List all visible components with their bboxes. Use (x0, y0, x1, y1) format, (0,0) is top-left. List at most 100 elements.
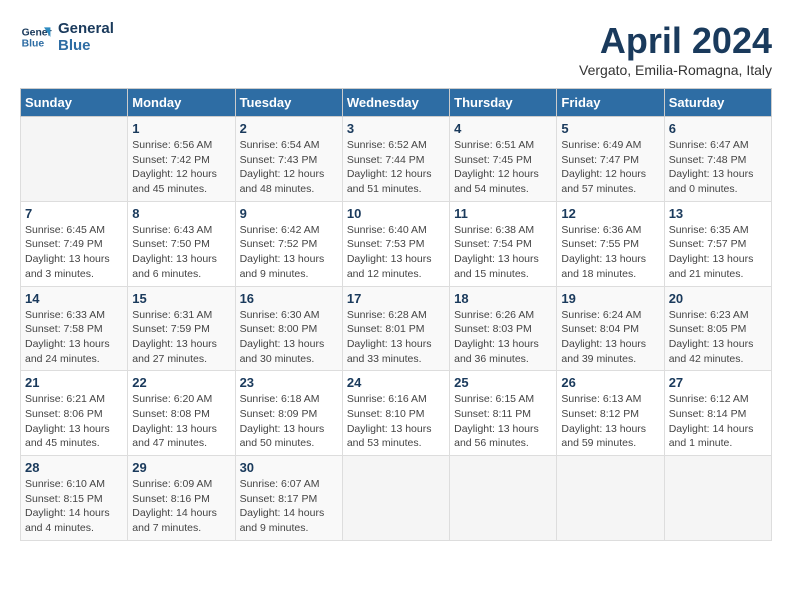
day-number: 6 (669, 121, 767, 136)
day-number: 18 (454, 291, 552, 306)
calendar-table: SundayMondayTuesdayWednesdayThursdayFrid… (20, 88, 772, 541)
logo-line1: General (58, 20, 114, 37)
day-info: Sunrise: 6:26 AM Sunset: 8:03 PM Dayligh… (454, 308, 552, 367)
day-info: Sunrise: 6:42 AM Sunset: 7:52 PM Dayligh… (240, 223, 338, 282)
day-number: 21 (25, 375, 123, 390)
weekday-header-saturday: Saturday (664, 89, 771, 117)
logo: General Blue General Blue (20, 20, 114, 54)
day-number: 27 (669, 375, 767, 390)
calendar-cell: 13 Sunrise: 6:35 AM Sunset: 7:57 PM Dayli… (664, 201, 771, 286)
calendar-cell (450, 456, 557, 541)
day-number: 10 (347, 206, 445, 221)
weekday-header-friday: Friday (557, 89, 664, 117)
day-number: 28 (25, 460, 123, 475)
calendar-cell: 22 Sunrise: 6:20 AM Sunset: 8:08 PM Dayli… (128, 371, 235, 456)
day-number: 17 (347, 291, 445, 306)
day-info: Sunrise: 6:33 AM Sunset: 7:58 PM Dayligh… (25, 308, 123, 367)
day-info: Sunrise: 6:49 AM Sunset: 7:47 PM Dayligh… (561, 138, 659, 197)
calendar-cell: 10 Sunrise: 6:40 AM Sunset: 7:53 PM Dayli… (342, 201, 449, 286)
month-title: April 2024 (579, 20, 772, 62)
calendar-cell (21, 117, 128, 202)
logo-icon: General Blue (20, 21, 52, 53)
week-row-4: 21 Sunrise: 6:21 AM Sunset: 8:06 PM Dayli… (21, 371, 772, 456)
day-number: 22 (132, 375, 230, 390)
calendar-cell (342, 456, 449, 541)
day-number: 2 (240, 121, 338, 136)
calendar-cell: 30 Sunrise: 6:07 AM Sunset: 8:17 PM Dayli… (235, 456, 342, 541)
logo-line2: Blue (58, 37, 114, 54)
day-info: Sunrise: 6:23 AM Sunset: 8:05 PM Dayligh… (669, 308, 767, 367)
day-number: 20 (669, 291, 767, 306)
day-info: Sunrise: 6:10 AM Sunset: 8:15 PM Dayligh… (25, 477, 123, 536)
calendar-cell: 11 Sunrise: 6:38 AM Sunset: 7:54 PM Dayli… (450, 201, 557, 286)
day-info: Sunrise: 6:07 AM Sunset: 8:17 PM Dayligh… (240, 477, 338, 536)
day-info: Sunrise: 6:15 AM Sunset: 8:11 PM Dayligh… (454, 392, 552, 451)
day-info: Sunrise: 6:35 AM Sunset: 7:57 PM Dayligh… (669, 223, 767, 282)
day-number: 12 (561, 206, 659, 221)
day-number: 9 (240, 206, 338, 221)
day-info: Sunrise: 6:12 AM Sunset: 8:14 PM Dayligh… (669, 392, 767, 451)
week-row-5: 28 Sunrise: 6:10 AM Sunset: 8:15 PM Dayli… (21, 456, 772, 541)
day-number: 15 (132, 291, 230, 306)
calendar-cell: 20 Sunrise: 6:23 AM Sunset: 8:05 PM Dayli… (664, 286, 771, 371)
day-number: 13 (669, 206, 767, 221)
title-block: April 2024 Vergato, Emilia-Romagna, Ital… (579, 20, 772, 78)
day-number: 7 (25, 206, 123, 221)
page-header: General Blue General Blue April 2024 Ver… (20, 20, 772, 78)
day-number: 3 (347, 121, 445, 136)
day-info: Sunrise: 6:24 AM Sunset: 8:04 PM Dayligh… (561, 308, 659, 367)
calendar-cell: 16 Sunrise: 6:30 AM Sunset: 8:00 PM Dayli… (235, 286, 342, 371)
calendar-cell: 26Sunrise: 6:13 AM Sunset: 8:12 PM Dayli… (557, 371, 664, 456)
week-row-1: 1 Sunrise: 6:56 AM Sunset: 7:42 PM Daylig… (21, 117, 772, 202)
day-info: Sunrise: 6:21 AM Sunset: 8:06 PM Dayligh… (25, 392, 123, 451)
calendar-cell: 24 Sunrise: 6:16 AM Sunset: 8:10 PM Dayli… (342, 371, 449, 456)
weekday-header-thursday: Thursday (450, 89, 557, 117)
day-number: 8 (132, 206, 230, 221)
day-info: Sunrise: 6:56 AM Sunset: 7:42 PM Dayligh… (132, 138, 230, 197)
weekday-header-sunday: Sunday (21, 89, 128, 117)
calendar-cell: 15Sunrise: 6:31 AM Sunset: 7:59 PM Dayli… (128, 286, 235, 371)
week-row-2: 7Sunrise: 6:45 AM Sunset: 7:49 PM Daylig… (21, 201, 772, 286)
weekday-header-row: SundayMondayTuesdayWednesdayThursdayFrid… (21, 89, 772, 117)
calendar-cell: 27 Sunrise: 6:12 AM Sunset: 8:14 PM Dayli… (664, 371, 771, 456)
day-info: Sunrise: 6:43 AM Sunset: 7:50 PM Dayligh… (132, 223, 230, 282)
day-number: 23 (240, 375, 338, 390)
day-number: 11 (454, 206, 552, 221)
day-number: 1 (132, 121, 230, 136)
calendar-cell: 28 Sunrise: 6:10 AM Sunset: 8:15 PM Dayli… (21, 456, 128, 541)
day-number: 4 (454, 121, 552, 136)
day-info: Sunrise: 6:16 AM Sunset: 8:10 PM Dayligh… (347, 392, 445, 451)
weekday-header-monday: Monday (128, 89, 235, 117)
calendar-cell (664, 456, 771, 541)
calendar-cell: 9 Sunrise: 6:42 AM Sunset: 7:52 PM Daylig… (235, 201, 342, 286)
day-number: 24 (347, 375, 445, 390)
calendar-cell: 12 Sunrise: 6:36 AM Sunset: 7:55 PM Dayli… (557, 201, 664, 286)
calendar-cell: 2Sunrise: 6:54 AM Sunset: 7:43 PM Daylig… (235, 117, 342, 202)
day-number: 29 (132, 460, 230, 475)
day-info: Sunrise: 6:38 AM Sunset: 7:54 PM Dayligh… (454, 223, 552, 282)
day-number: 5 (561, 121, 659, 136)
day-info: Sunrise: 6:30 AM Sunset: 8:00 PM Dayligh… (240, 308, 338, 367)
day-info: Sunrise: 6:13 AM Sunset: 8:12 PM Dayligh… (561, 392, 659, 451)
location-subtitle: Vergato, Emilia-Romagna, Italy (579, 62, 772, 78)
calendar-cell: 6Sunrise: 6:47 AM Sunset: 7:48 PM Daylig… (664, 117, 771, 202)
calendar-cell (557, 456, 664, 541)
day-info: Sunrise: 6:40 AM Sunset: 7:53 PM Dayligh… (347, 223, 445, 282)
day-info: Sunrise: 6:09 AM Sunset: 8:16 PM Dayligh… (132, 477, 230, 536)
calendar-cell: 3Sunrise: 6:52 AM Sunset: 7:44 PM Daylig… (342, 117, 449, 202)
day-number: 14 (25, 291, 123, 306)
day-info: Sunrise: 6:20 AM Sunset: 8:08 PM Dayligh… (132, 392, 230, 451)
day-number: 30 (240, 460, 338, 475)
calendar-cell: 17 Sunrise: 6:28 AM Sunset: 8:01 PM Dayli… (342, 286, 449, 371)
day-info: Sunrise: 6:36 AM Sunset: 7:55 PM Dayligh… (561, 223, 659, 282)
calendar-cell: 21 Sunrise: 6:21 AM Sunset: 8:06 PM Dayli… (21, 371, 128, 456)
calendar-cell: 7Sunrise: 6:45 AM Sunset: 7:49 PM Daylig… (21, 201, 128, 286)
day-info: Sunrise: 6:28 AM Sunset: 8:01 PM Dayligh… (347, 308, 445, 367)
calendar-cell: 19Sunrise: 6:24 AM Sunset: 8:04 PM Dayli… (557, 286, 664, 371)
day-number: 16 (240, 291, 338, 306)
calendar-cell: 8 Sunrise: 6:43 AM Sunset: 7:50 PM Daylig… (128, 201, 235, 286)
weekday-header-tuesday: Tuesday (235, 89, 342, 117)
calendar-cell: 5 Sunrise: 6:49 AM Sunset: 7:47 PM Daylig… (557, 117, 664, 202)
calendar-cell: 29 Sunrise: 6:09 AM Sunset: 8:16 PM Dayli… (128, 456, 235, 541)
calendar-cell: 4Sunrise: 6:51 AM Sunset: 7:45 PM Daylig… (450, 117, 557, 202)
